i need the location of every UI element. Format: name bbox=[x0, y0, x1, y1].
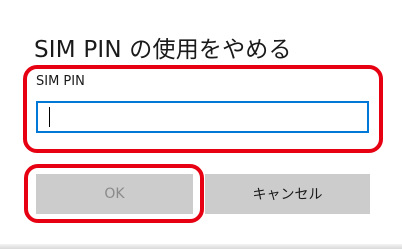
text-caret bbox=[49, 107, 50, 127]
sim-pin-input[interactable] bbox=[36, 101, 369, 133]
dialog-title: SIM PIN の使用をやめる bbox=[34, 37, 292, 63]
cancel-button[interactable]: キャンセル bbox=[205, 174, 370, 214]
sim-pin-label: SIM PIN bbox=[36, 74, 85, 89]
dialog-bottom-edge bbox=[0, 244, 402, 249]
ok-button[interactable]: OK bbox=[36, 174, 193, 214]
disable-sim-pin-dialog: SIM PIN の使用をやめる SIM PIN OK キャンセル bbox=[0, 0, 402, 249]
